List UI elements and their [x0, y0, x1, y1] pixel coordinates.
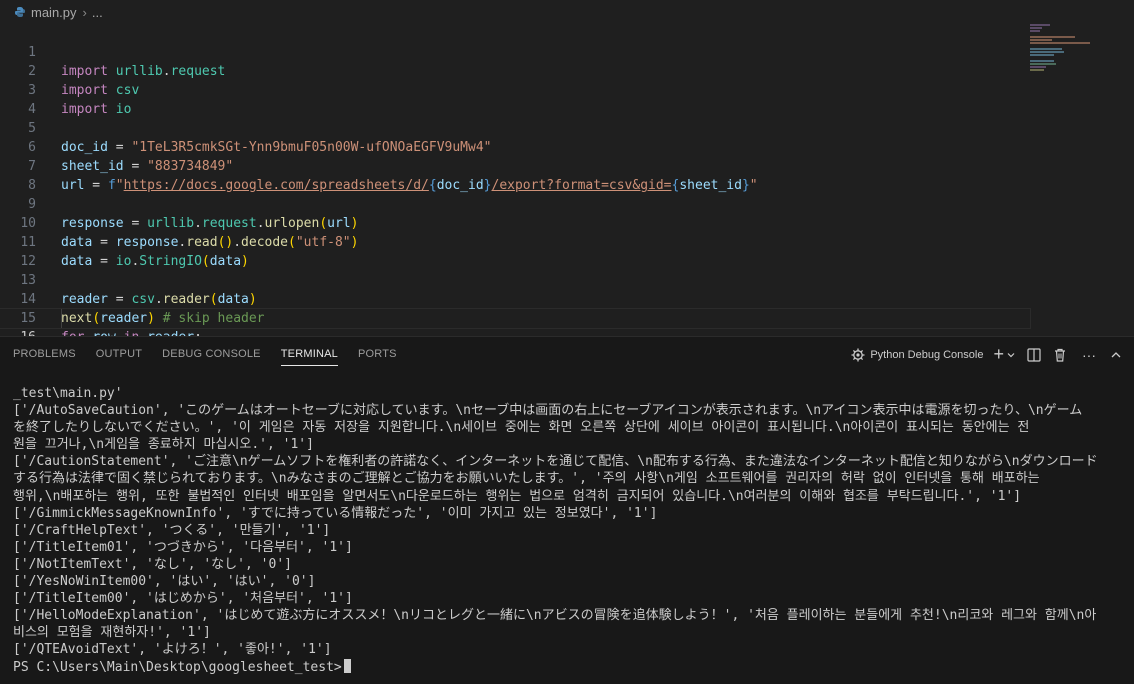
terminal-line: ['/AutoSaveCaution', 'このゲームはオートセーブに対応してい…: [13, 403, 1083, 419]
code-line: 13 reader = csv.reader(data): [0, 252, 1030, 307]
code-line: 14 next(reader) # skip header: [0, 271, 1030, 326]
terminal-cursor: [343, 658, 351, 673]
code-line: 9 response = urllib.request.urlopen(url): [0, 176, 1030, 231]
terminal-profile-label: Python Debug Console: [870, 348, 984, 361]
tab-terminal[interactable]: TERMINAL: [280, 337, 339, 372]
minimap[interactable]: [1030, 24, 1090, 84]
code-line: 6 sheet_id = "883734849": [0, 119, 1030, 174]
code-line: 4: [0, 81, 1030, 117]
terminal-line: ['/TitleItem00', 'はじめから', '처음부터', '1']: [13, 591, 353, 607]
terminal-line: する行為は法律で固く禁じられております。\nみなさまのご理解とご協力をお願いいた…: [13, 471, 1040, 487]
tab-debug-console[interactable]: DEBUG CONSOLE: [162, 337, 261, 372]
terminal-profile[interactable]: Python Debug Console: [850, 347, 983, 363]
breadcrumb-symbols[interactable]: ...: [92, 5, 103, 20]
terminal-output[interactable]: _test\main.py' ['/AutoSaveCaution', 'このゲ…: [0, 385, 1134, 684]
indent-guide: [61, 309, 62, 328]
code-line: 8: [0, 157, 1030, 193]
terminal-line: 원을 끄거나,\n게임을 종료하지 마십시오.', '1']: [13, 437, 314, 453]
code-line: 15 for row in reader:: [0, 290, 1030, 345]
tab-output[interactable]: OUTPUT: [96, 337, 142, 372]
terminal-line: 비스의 모험을 재현하자!', '1']: [13, 625, 211, 641]
split-terminal-button[interactable]: [1026, 347, 1042, 363]
split-icon: [1027, 347, 1041, 362]
code-line: 11 data = io.StringIO(data): [0, 214, 1030, 269]
code-line: 7 url = f"https://docs.google.com/spread…: [0, 138, 1030, 193]
chevron-right-icon: ›: [82, 4, 87, 20]
bottom-panel: PROBLEMS OUTPUT DEBUG CONSOLE TERMINAL P…: [0, 336, 1134, 684]
code-line-active: 16 print(row): [0, 308, 1031, 383]
terminal-line: _test\main.py': [13, 386, 123, 401]
maximize-panel-button[interactable]: [1110, 349, 1122, 361]
terminal-line: ['/TitleItem01', 'つづきから', '다음부터', '1']: [13, 539, 353, 555]
code-line: 2 import csv: [0, 43, 1030, 98]
chevron-up-icon: [1111, 351, 1121, 357]
code-line: 10 data = response.read().decode("utf-8"…: [0, 195, 1030, 250]
code-line: 5 doc_id = "1TeL3R5cmkSGt-Ynn9bmuF05n00W…: [0, 100, 1030, 155]
trash-icon: [1055, 348, 1065, 362]
more-actions-button[interactable]: ···: [1082, 347, 1096, 363]
breadcrumb: main.py › ...: [0, 0, 1134, 24]
tab-problems[interactable]: PROBLEMS: [13, 337, 76, 372]
terminal-line: ['/GimmickMessageKnownInfo', 'すでに持っている情報…: [13, 505, 658, 521]
terminal-prompt-line[interactable]: PS C:\Users\Main\Desktop\googlesheet_tes…: [0, 658, 1134, 676]
code-editor[interactable]: 1 import urllib.request 2 import csv 3 i…: [0, 24, 1134, 383]
terminal-line: ['/HelloModeExplanation', 'はじめて遊ぶ方にオススメ！…: [13, 608, 1097, 624]
terminal-line: を終了したりしないでください。', '이 게임은 자동 저장을 지원합니다.\n…: [13, 420, 1030, 436]
terminal-prompt: PS C:\Users\Main\Desktop\googlesheet_tes…: [13, 659, 342, 675]
code-line: 12: [0, 233, 1030, 269]
chevron-down-icon: [1007, 352, 1015, 357]
plus-icon: +: [993, 344, 1004, 364]
terminal-line: 행위,\n배포하는 행위, 또한 불법적인 인터넷 배포임을 알면서도\n다운로…: [13, 488, 1022, 504]
kill-terminal-button[interactable]: [1052, 347, 1068, 363]
tab-ports[interactable]: PORTS: [358, 337, 397, 372]
new-terminal-button[interactable]: +: [993, 344, 1016, 365]
terminal-line: ['/YesNoWinItem00', 'はい', 'はい', '0']: [13, 574, 316, 590]
terminal-line: ['/CautionStatement', 'ご注意\nゲームソフトを権利者の許…: [13, 454, 1098, 470]
panel-actions: Python Debug Console + ···: [840, 337, 1134, 372]
code-line: 3 import io: [0, 62, 1030, 117]
terminal-line: ['/QTEAvoidText', 'よけろ！', '좋아!', '1']: [13, 642, 332, 658]
code-line: 1 import urllib.request: [0, 24, 1030, 79]
python-file-icon: [15, 7, 25, 17]
terminal-line: ['/CraftHelpText', 'つくる', '만들기', '1']: [13, 522, 331, 538]
breadcrumb-file[interactable]: main.py: [31, 5, 77, 20]
debug-gear-icon: [851, 348, 865, 361]
terminal-line: ['/NotItemText', 'なし', 'なし', '0']: [13, 556, 292, 572]
